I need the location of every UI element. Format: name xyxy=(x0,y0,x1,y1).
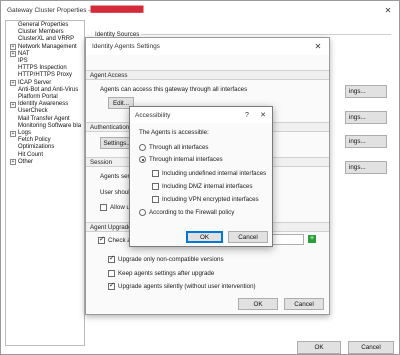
redacted-object-name: ████████████████ xyxy=(90,7,143,13)
main-ok-button[interactable]: OK xyxy=(297,341,341,354)
tree-item[interactable]: UserCheck xyxy=(18,108,48,114)
right-settings-button-2[interactable]: ings... xyxy=(345,111,387,124)
accessibility-dialog: Accessibility ? ✕ The Agents is accessib… xyxy=(129,106,273,247)
accessibility-prompt: The Agents is accessible: xyxy=(139,129,209,136)
tree-expand-icon[interactable]: + xyxy=(10,80,16,87)
main-title-bar: Gateway Cluster Properties - ███████████… xyxy=(1,1,399,19)
tree-item[interactable]: Platform Portal xyxy=(18,94,58,100)
tree-expand-icon[interactable]: + xyxy=(10,44,16,51)
accessibility-title-bar: Accessibility ? ✕ xyxy=(130,107,272,123)
keep-settings-checkbox[interactable] xyxy=(108,270,115,277)
agents-cancel-button[interactable]: Cancel xyxy=(284,298,324,310)
include-undefined-label: Including undefined internal interfaces xyxy=(162,170,267,177)
tree-item[interactable]: Monitoring Software bla xyxy=(18,123,81,129)
upgrade-noncompatible-checkbox[interactable] xyxy=(108,254,115,263)
main-cancel-button[interactable]: Cancel xyxy=(348,341,394,354)
include-vpn-label: Including VPN encrypted interfaces xyxy=(162,196,259,203)
through-all-interfaces-label: Through all interfaces xyxy=(149,144,209,151)
tree-item[interactable]: Other xyxy=(18,159,33,165)
tree-item[interactable]: Hit Count xyxy=(18,152,43,158)
tree-item[interactable]: Logs xyxy=(18,130,31,136)
header-divider xyxy=(141,34,391,35)
close-icon[interactable]: ✕ xyxy=(377,1,399,19)
tree-expand-icon[interactable]: + xyxy=(10,159,16,166)
check-agent-upgrade-checkbox[interactable] xyxy=(98,235,105,244)
tree-item[interactable]: Mail Transfer Agent xyxy=(18,116,70,122)
tree-item[interactable]: Cluster Members xyxy=(18,29,64,35)
help-icon[interactable]: ? xyxy=(240,107,254,123)
tree-item[interactable]: HTTP/HTTPS Proxy xyxy=(18,72,72,78)
tree-item[interactable]: ClusterXL and VRRP xyxy=(18,36,74,42)
allow-users-checkbox[interactable] xyxy=(100,204,107,211)
tree-item[interactable]: Identity Awareness xyxy=(18,101,68,107)
accessibility-ok-button[interactable]: OK xyxy=(186,231,223,243)
tree-expand-icon[interactable]: + xyxy=(10,51,16,58)
right-settings-button-4[interactable]: ings... xyxy=(345,161,387,174)
through-internal-interfaces-radio[interactable] xyxy=(139,156,146,163)
agents-window-title: Identity Agents Settings xyxy=(92,43,160,50)
tree-item[interactable]: Network Management xyxy=(18,44,77,50)
tree-item[interactable]: General Properties xyxy=(18,22,68,28)
agents-close-icon[interactable]: ✕ xyxy=(307,38,329,55)
firewall-policy-label: According to the Firewall policy xyxy=(149,209,235,216)
include-dmz-label: Including DMZ internal interfaces xyxy=(162,183,253,190)
tree-item[interactable]: Anti-Bot and Anti-Virus xyxy=(18,87,78,93)
tree-item[interactable]: NAT xyxy=(18,51,30,57)
firewall-policy-radio[interactable] xyxy=(139,209,146,216)
tree-expand-icon[interactable]: + xyxy=(10,101,16,108)
upgrade-noncompatible-label: Upgrade only non-compatible versions xyxy=(118,256,224,263)
tree-item[interactable]: Fetch Policy xyxy=(18,137,51,143)
include-dmz-checkbox[interactable] xyxy=(152,183,159,190)
upgrade-silently-label: Upgrade agents silently (without user in… xyxy=(118,283,256,290)
agent-access-text: Agents can access this gateway through a… xyxy=(100,86,248,93)
accessibility-close-icon[interactable]: ✕ xyxy=(256,107,270,123)
tree-item[interactable]: HTTPS Inspection xyxy=(18,65,67,71)
agent-access-section: Agent Access xyxy=(86,70,329,80)
tree-item[interactable]: ICAP Server xyxy=(18,80,51,86)
check-agent-upgrade-label: Check a xyxy=(108,237,131,244)
include-vpn-checkbox[interactable] xyxy=(152,196,159,203)
agents-title-bar: Identity Agents Settings ✕ xyxy=(86,38,329,55)
through-internal-interfaces-label: Through internal interfaces xyxy=(149,156,223,163)
upgrade-silently-checkbox[interactable] xyxy=(108,281,115,290)
agents-ok-button[interactable]: OK xyxy=(238,298,278,310)
right-settings-button-1[interactable]: ings... xyxy=(345,85,387,98)
keep-settings-label: Keep agents settings after upgrade xyxy=(118,270,215,277)
accessibility-cancel-button[interactable]: Cancel xyxy=(228,231,268,243)
tree-item[interactable]: IPS xyxy=(18,58,28,64)
tree-item[interactable]: Optimizations xyxy=(18,144,54,150)
category-tree: General Properties Cluster Members Cluster… xyxy=(5,20,85,346)
through-all-interfaces-radio[interactable] xyxy=(139,144,146,151)
add-icon[interactable]: + xyxy=(308,235,316,243)
accessibility-title: Accessibility xyxy=(135,111,171,119)
tree-expand-icon[interactable]: + xyxy=(10,130,16,137)
right-settings-button-3[interactable]: ings... xyxy=(345,135,387,148)
include-undefined-checkbox[interactable] xyxy=(152,170,159,177)
main-window-title: Gateway Cluster Properties - xyxy=(7,6,91,14)
